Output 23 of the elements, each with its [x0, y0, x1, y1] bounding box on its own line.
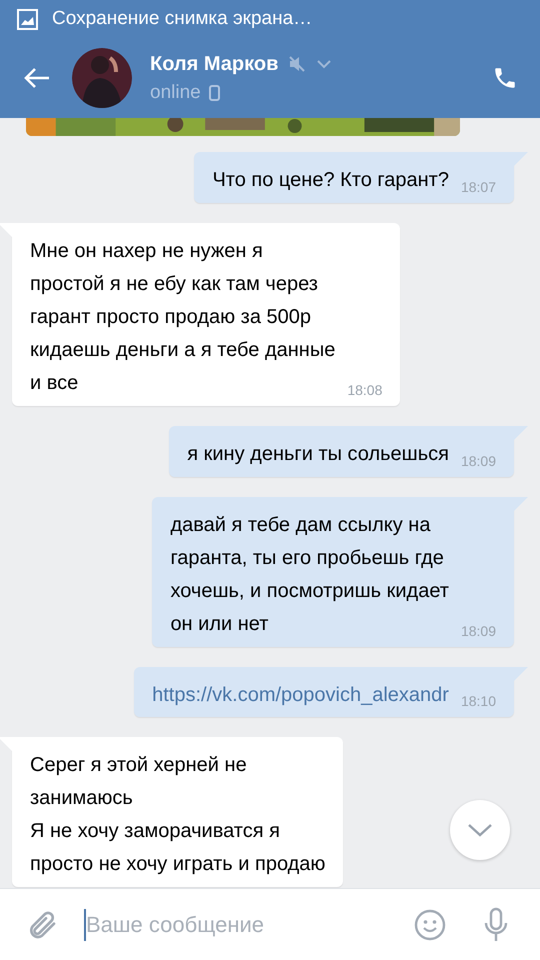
- message-link[interactable]: https://vk.com/popovich_alexandr: [152, 679, 449, 711]
- message-text: я кину деньги ты сольешься: [187, 442, 449, 467]
- message-time: 18:09: [460, 452, 496, 471]
- message-text: Серег я этой херней не занимаюсь Я не хочу заморачиватся я просто не хочу играть и продаю: [30, 753, 326, 877]
- message-time: 18:10: [460, 692, 496, 711]
- message-text: давай я тебе дам ссылку на гаранта, ты его пробьешь где хочешь, и посмотришь кидает он или нет: [170, 513, 449, 637]
- scroll-down-button[interactable]: [450, 800, 510, 860]
- message-input[interactable]: Ваше сообщение: [86, 908, 414, 941]
- chevron-down-icon[interactable]: [316, 58, 332, 69]
- contact-name[interactable]: Коля Марков: [150, 48, 278, 79]
- online-status: online: [150, 80, 201, 105]
- message-time: 18:09: [460, 622, 496, 641]
- text-cursor: [84, 908, 86, 940]
- message-time: 18:08: [347, 381, 382, 400]
- microphone-icon[interactable]: [482, 906, 510, 942]
- message-composer[interactable]: Ваше сообщение: [0, 888, 540, 960]
- notification-text: Сохранение снимка экрана…: [52, 6, 312, 31]
- message-text: Что по цене? Кто гарант?: [212, 168, 449, 193]
- message-text: Мне он нахер не нужен я простой я не ебу как там через гарант просто продаю за 500р кидаешь деньги а я тебе данные и все: [30, 239, 336, 396]
- chevron-down-icon: [467, 823, 493, 837]
- smiley-icon[interactable]: [414, 908, 446, 940]
- image-icon: [17, 8, 38, 30]
- message-time: 18:07: [460, 178, 496, 197]
